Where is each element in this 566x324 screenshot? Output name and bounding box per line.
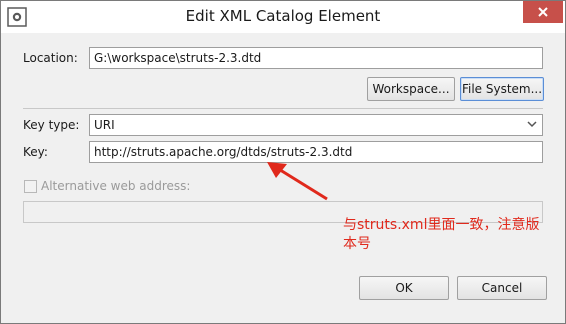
alt-address-label: Alternative web address: xyxy=(41,179,191,193)
dialog-window: Edit XML Catalog Element Location: G:\wo… xyxy=(0,0,566,324)
key-type-label: Key type: xyxy=(23,118,80,132)
close-button[interactable] xyxy=(523,1,563,23)
annotation-text: 与struts.xml里面一致，注意版本号 xyxy=(343,217,540,252)
workspace-button[interactable]: Workspace... xyxy=(367,77,455,101)
close-icon xyxy=(538,7,548,17)
key-label: Key: xyxy=(23,145,48,159)
separator xyxy=(23,108,543,109)
window-title: Edit XML Catalog Element xyxy=(185,7,381,25)
ok-button[interactable]: OK xyxy=(359,276,449,300)
chevron-down-icon xyxy=(527,121,537,128)
key-type-select[interactable]: URI xyxy=(89,114,543,136)
alt-address-checkbox[interactable] xyxy=(24,180,37,193)
key-type-value: URI xyxy=(94,118,115,132)
title-bar: Edit XML Catalog Element xyxy=(1,1,565,33)
location-label: Location: xyxy=(23,51,78,65)
cancel-button[interactable]: Cancel xyxy=(457,276,547,300)
location-field[interactable]: G:\workspace\struts-2.3.dtd xyxy=(89,47,543,69)
annotation-arrow-icon xyxy=(267,162,328,201)
file-system-button[interactable]: File System... xyxy=(460,77,544,101)
